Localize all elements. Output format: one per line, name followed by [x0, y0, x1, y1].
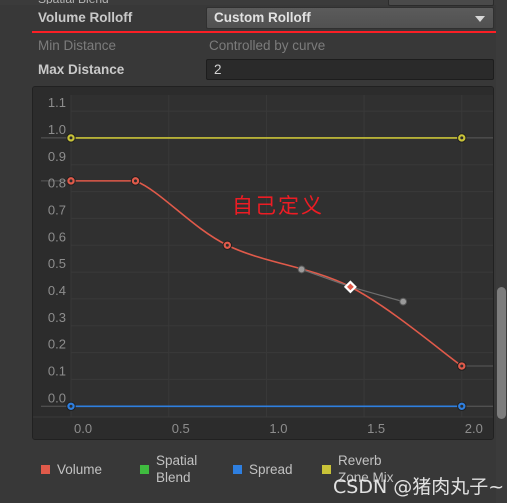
keyframe-point[interactable]	[457, 401, 467, 411]
tangent-handle-knob[interactable]	[399, 297, 408, 306]
curve-canvas[interactable]: 0.0 0.1 0.2 0.3 0.4 0.5 0.6 0.7 0.8 0.9 1.0 1.1 0.0 0…	[33, 87, 494, 440]
keyframe-dot-inner[interactable]	[460, 136, 464, 140]
legend-swatch-reverb-zone-mix	[322, 465, 331, 474]
keyframe-dot-inner[interactable]	[69, 136, 73, 140]
tangent-handle-knob[interactable]	[297, 265, 306, 274]
keyframe-dot-inner[interactable]	[460, 364, 464, 368]
legend-swatch-spread	[233, 465, 242, 474]
y-axis-tick-label: 0.9	[48, 149, 66, 164]
y-axis-tick-label: 0.1	[48, 363, 66, 378]
volume-rolloff-selected-value: Custom Rolloff	[214, 10, 311, 25]
y-axis-tick-label: 1.0	[48, 122, 66, 137]
x-axis-tick-label: 1.5	[367, 421, 385, 436]
x-axis-tick-label: 2.0	[465, 421, 483, 436]
x-axis-strip	[33, 417, 493, 439]
keyframe-point[interactable]	[457, 133, 467, 143]
vertical-scrollbar-track[interactable]	[496, 0, 507, 503]
property-row-volume-rolloff: Volume Rolloff Custom Rolloff	[0, 5, 507, 30]
y-axis-tick-label: 0.0	[48, 390, 66, 405]
legend-swatch-spatial-blend	[140, 465, 149, 474]
legend-label-spread: Spread	[249, 462, 293, 477]
y-axis-tick-label: 0.2	[48, 337, 66, 352]
cut-off-row-label: Spatial Blend	[38, 0, 109, 4]
legend-label-volume: Volume	[57, 462, 103, 477]
watermark-text: CSDN @猪肉丸子~	[333, 476, 505, 498]
volume-rolloff-dropdown[interactable]: Custom Rolloff	[206, 7, 494, 29]
x-axis-tick-label: 0.0	[74, 421, 92, 436]
max-distance-label: Max Distance	[38, 62, 125, 77]
volume-rolloff-label: Volume Rolloff	[38, 10, 133, 25]
keyframe-dot-inner[interactable]	[225, 243, 229, 247]
keyframe-point[interactable]	[66, 133, 76, 143]
keyframe-point[interactable]	[130, 176, 141, 186]
legend-label-spatial-blend: Spatial Blend	[156, 453, 198, 485]
y-axis-tick-label: 1.1	[48, 95, 66, 110]
keyframe-dot-inner[interactable]	[69, 179, 73, 183]
annotation-custom-text: 自己定义	[232, 194, 324, 218]
y-axis-tick-label: 0.3	[48, 310, 66, 325]
keyframe-point[interactable]	[457, 361, 467, 371]
keyframe-point[interactable]	[66, 401, 76, 411]
keyframe-dot-inner[interactable]	[460, 404, 464, 408]
x-axis-tick-label: 0.5	[172, 421, 190, 436]
max-distance-value: 2	[214, 62, 222, 77]
y-axis-tick-label: 0.5	[48, 256, 66, 271]
vertical-scrollbar-thumb[interactable]	[497, 287, 506, 419]
keyframe-dot-inner[interactable]	[133, 179, 137, 183]
legend-swatch-volume	[41, 465, 50, 474]
audio-rolloff-curve-editor[interactable]: 0.0 0.1 0.2 0.3 0.4 0.5 0.6 0.7 0.8 0.9 1.0 1.1 0.0 0…	[32, 86, 494, 440]
chevron-down-icon	[475, 16, 485, 22]
x-axis-tick-label: 1.0	[269, 421, 287, 436]
keyframe-point[interactable]	[222, 240, 233, 250]
min-distance-value: Controlled by curve	[209, 38, 326, 53]
y-axis-tick-label: 0.6	[48, 229, 66, 244]
plot-area	[71, 95, 493, 417]
y-axis-tick-label: 0.4	[48, 283, 66, 298]
y-axis-tick-label: 0.8	[48, 176, 66, 191]
keyframe-dot-inner[interactable]	[69, 404, 73, 408]
keyframe-point[interactable]	[66, 176, 76, 186]
y-axis-tick-label: 0.7	[48, 202, 66, 217]
property-row-min-distance: Min Distance Controlled by curve	[0, 33, 507, 58]
property-row-max-distance: Max Distance 2	[0, 57, 507, 82]
min-distance-label: Min Distance	[38, 38, 117, 53]
max-distance-input[interactable]: 2	[206, 59, 494, 80]
